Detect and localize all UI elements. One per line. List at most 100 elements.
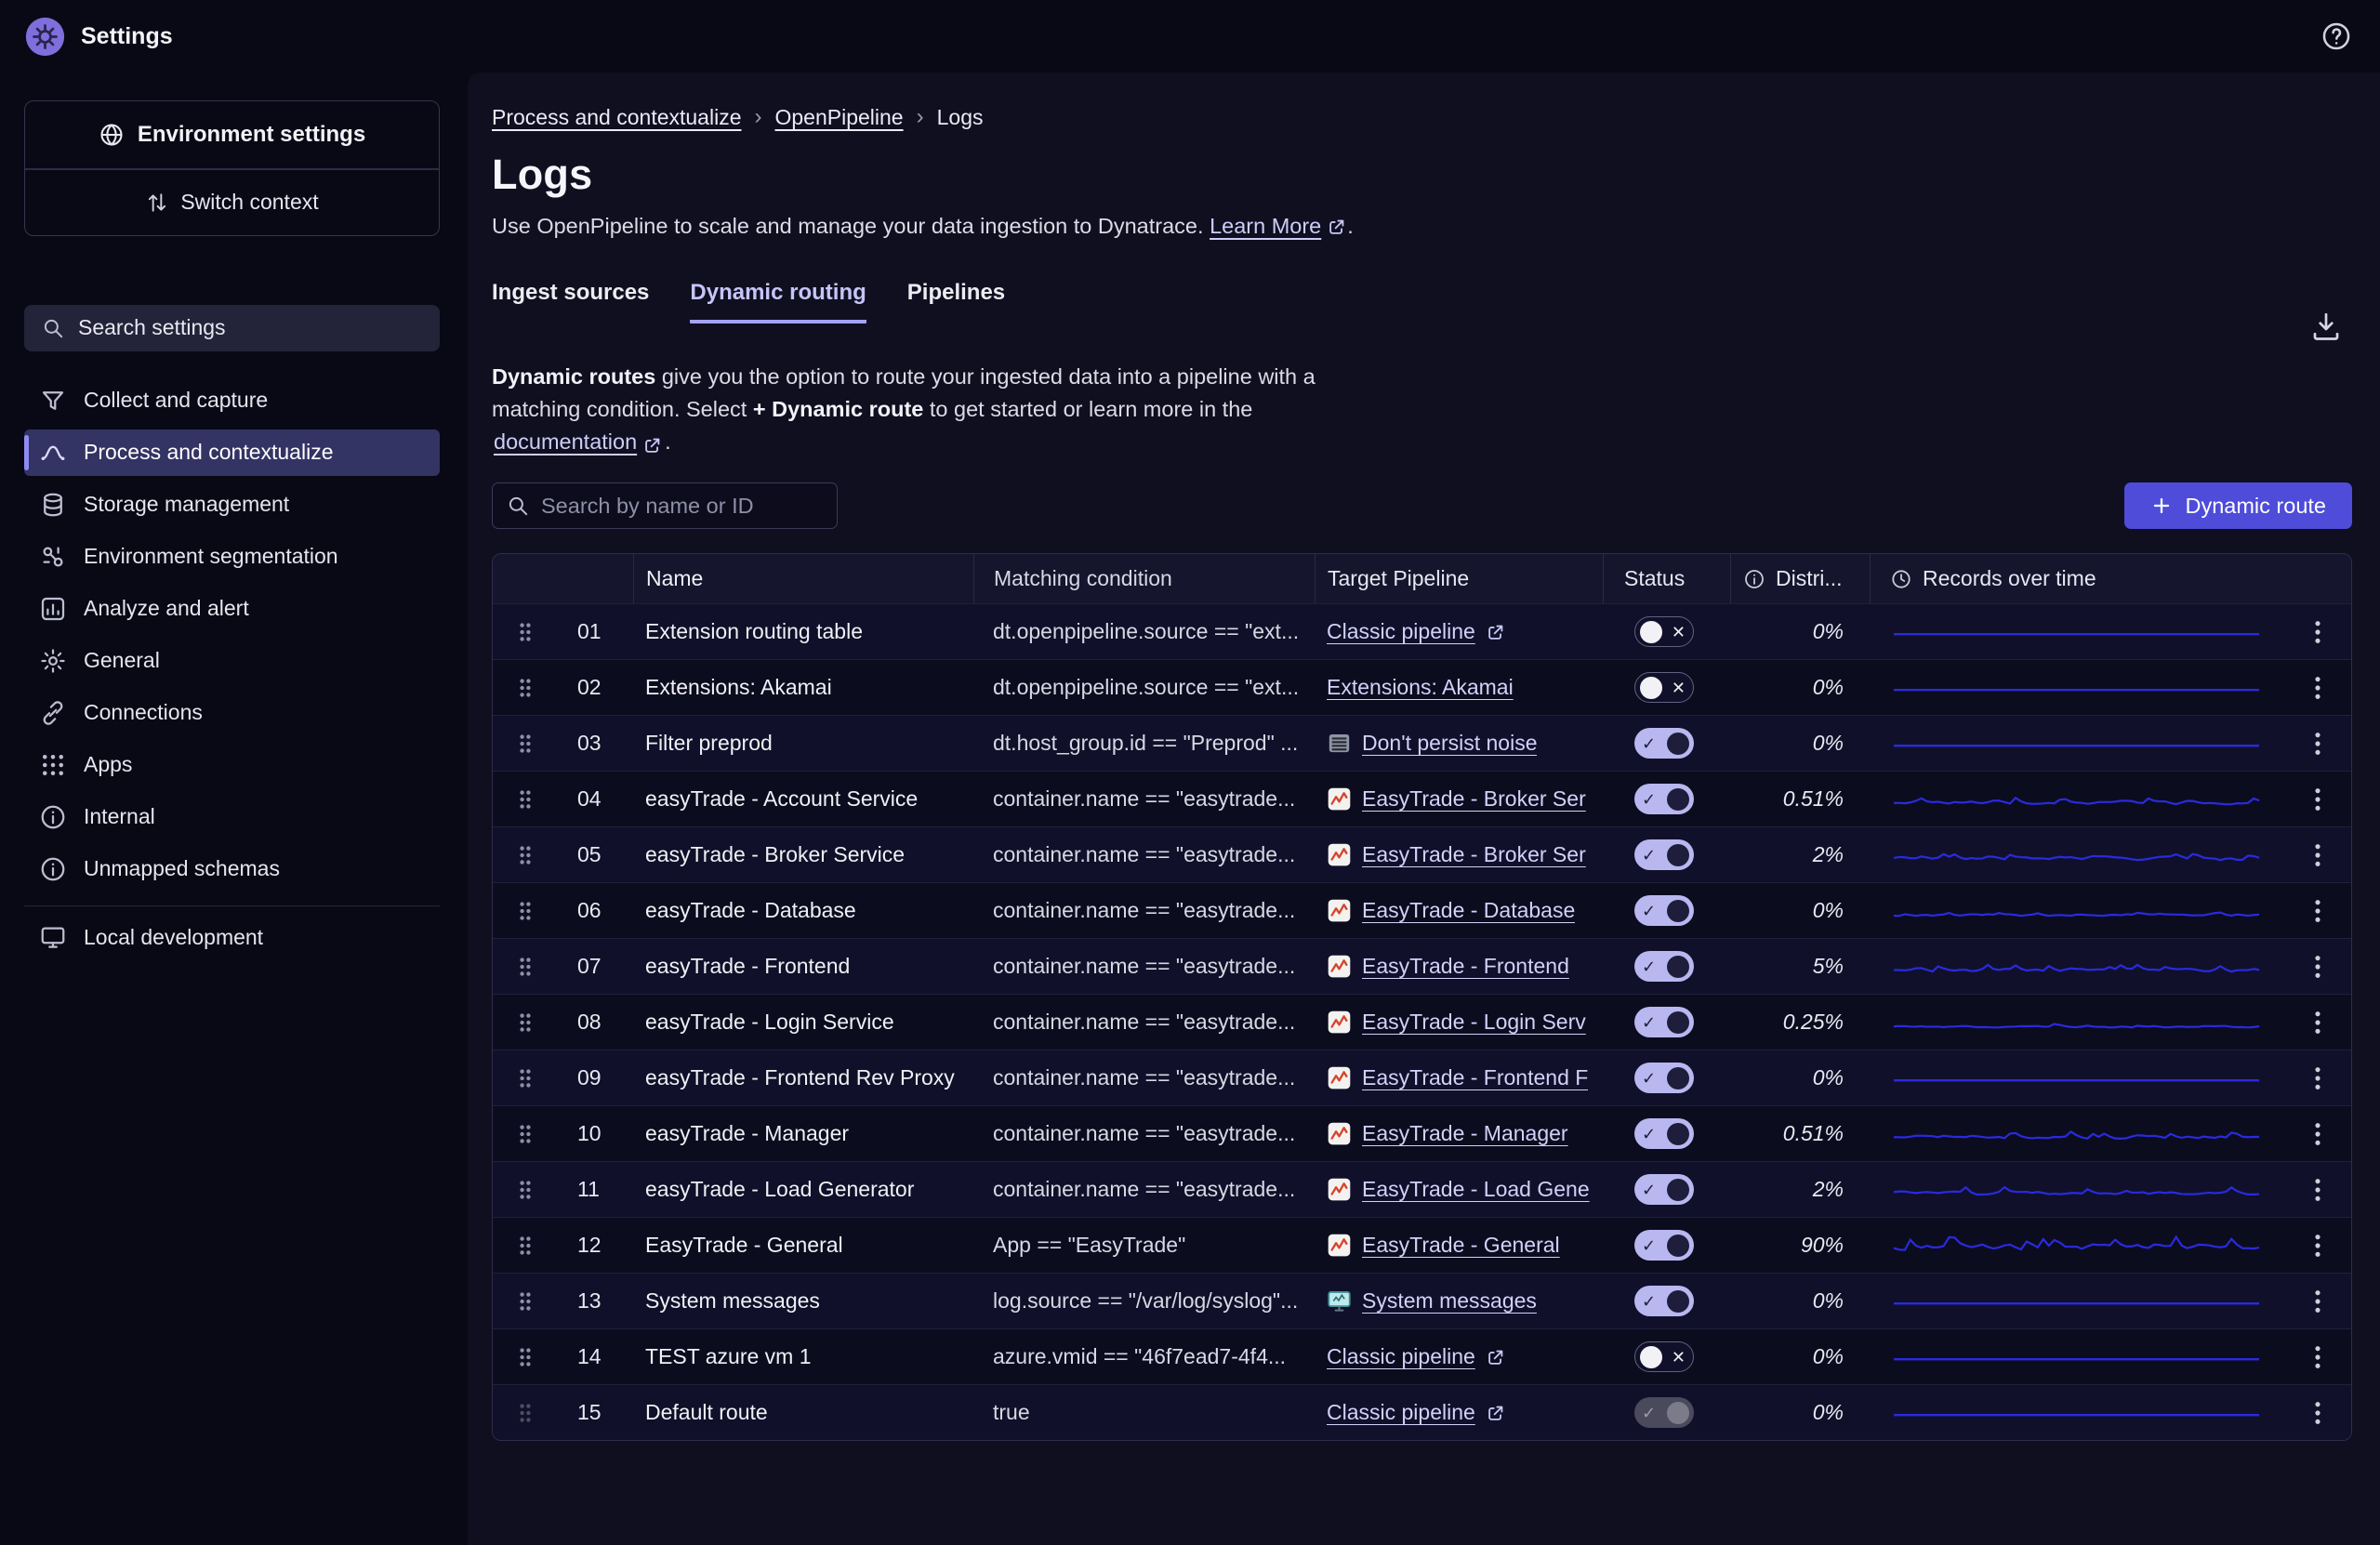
target-pipeline-link[interactable]: Classic pipeline bbox=[1327, 1400, 1506, 1425]
kebab-menu-icon[interactable] bbox=[2314, 619, 2321, 645]
kebab-menu-icon[interactable] bbox=[2314, 1010, 2321, 1036]
kebab-menu-icon[interactable] bbox=[2314, 1065, 2321, 1091]
drag-handle-icon[interactable] bbox=[518, 844, 533, 866]
tab-dynamic-routing[interactable]: Dynamic routing bbox=[690, 280, 866, 324]
sidebar-item-apps[interactable]: Apps bbox=[24, 742, 440, 788]
drag-handle-icon[interactable] bbox=[518, 788, 533, 811]
download-button[interactable] bbox=[2309, 310, 2343, 343]
drag-handle-icon[interactable] bbox=[518, 1123, 533, 1145]
matching-condition: container.name == "easytrade... bbox=[973, 898, 1315, 923]
kebab-menu-icon[interactable] bbox=[2314, 675, 2321, 701]
drag-cell bbox=[493, 1235, 557, 1257]
target-pipeline-link[interactable]: EasyTrade - Broker Ser bbox=[1327, 842, 1586, 867]
target-pipeline-link[interactable]: Classic pipeline bbox=[1327, 619, 1506, 644]
drag-handle-icon[interactable] bbox=[518, 1290, 533, 1313]
target-pipeline-link[interactable]: EasyTrade - Database bbox=[1327, 898, 1575, 923]
settings-search[interactable]: Search settings bbox=[24, 305, 440, 351]
status-toggle[interactable]: ✕ bbox=[1634, 1341, 1694, 1372]
status-toggle[interactable]: ✓ bbox=[1634, 895, 1694, 926]
kebab-menu-icon[interactable] bbox=[2314, 1288, 2321, 1314]
target-pipeline-link[interactable]: EasyTrade - Frontend F bbox=[1327, 1065, 1588, 1090]
kebab-menu-icon[interactable] bbox=[2314, 1344, 2321, 1370]
add-dynamic-route-button[interactable]: Dynamic route bbox=[2124, 482, 2353, 529]
kebab-menu-icon[interactable] bbox=[2314, 1233, 2321, 1259]
sidebar-item-collect-and-capture[interactable]: Collect and capture bbox=[24, 377, 440, 424]
kebab-menu-icon[interactable] bbox=[2314, 1177, 2321, 1203]
sidebar-item-process-and-contextualize[interactable]: Process and contextualize bbox=[24, 429, 440, 476]
drag-handle-icon[interactable] bbox=[518, 1235, 533, 1257]
status-toggle[interactable]: ✓ bbox=[1634, 839, 1694, 870]
kebab-menu-icon[interactable] bbox=[2314, 1400, 2321, 1426]
sidebar-item-environment-segmentation[interactable]: Environment segmentation bbox=[24, 534, 440, 580]
status-toggle[interactable]: ✓ bbox=[1634, 784, 1694, 814]
kebab-menu-icon[interactable] bbox=[2314, 842, 2321, 868]
sidebar-item-connections[interactable]: Connections bbox=[24, 690, 440, 736]
sidebar-item-local-development[interactable]: Local development bbox=[24, 914, 440, 960]
route-name: easyTrade - Manager bbox=[633, 1121, 973, 1146]
drag-handle-icon[interactable] bbox=[518, 677, 533, 699]
info-icon bbox=[1743, 568, 1765, 590]
sidebar-item-label: Connections bbox=[84, 700, 203, 725]
target-pipeline-link[interactable]: EasyTrade - Frontend bbox=[1327, 954, 1569, 979]
kebab-menu-icon[interactable] bbox=[2314, 1121, 2321, 1147]
dynatrace-settings-logo-icon[interactable] bbox=[24, 16, 66, 58]
switch-context-button[interactable]: Switch context bbox=[25, 170, 439, 235]
target-pipeline-link[interactable]: Don't persist noise bbox=[1327, 731, 1537, 756]
matching-condition: container.name == "easytrade... bbox=[973, 954, 1315, 979]
target-pipeline-link[interactable]: Classic pipeline bbox=[1327, 1344, 1506, 1369]
status-toggle[interactable]: ✓ bbox=[1634, 951, 1694, 982]
route-search-field[interactable] bbox=[541, 494, 824, 519]
status-toggle[interactable]: ✓ bbox=[1634, 1397, 1694, 1428]
route-name: System messages bbox=[633, 1288, 973, 1314]
target-pipeline-link[interactable]: EasyTrade - Manager bbox=[1327, 1121, 1568, 1146]
drag-handle-icon[interactable] bbox=[518, 956, 533, 978]
kebab-menu-icon[interactable] bbox=[2314, 786, 2321, 812]
target-pipeline-link[interactable]: EasyTrade - General bbox=[1327, 1233, 1560, 1258]
kebab-menu-icon[interactable] bbox=[2314, 731, 2321, 757]
distribution-value: 0.25% bbox=[1730, 1010, 1870, 1035]
status-toggle[interactable]: ✓ bbox=[1634, 1174, 1694, 1205]
kebab-cell bbox=[2283, 675, 2351, 701]
drag-handle-icon[interactable] bbox=[518, 1067, 533, 1089]
sidebar-item-analyze-and-alert[interactable]: Analyze and alert bbox=[24, 586, 440, 632]
sidebar-item-unmapped-schemas[interactable]: Unmapped schemas bbox=[24, 846, 440, 892]
drag-handle-icon[interactable] bbox=[518, 1402, 533, 1424]
drag-handle-icon[interactable] bbox=[518, 1346, 533, 1368]
breadcrumb-item-process-and-contextualize[interactable]: Process and contextualize bbox=[492, 105, 742, 130]
sidebar-item-internal[interactable]: Internal bbox=[24, 794, 440, 840]
status-toggle[interactable]: ✓ bbox=[1634, 1007, 1694, 1037]
status-toggle[interactable]: ✓ bbox=[1634, 1063, 1694, 1093]
sidebar-item-storage-management[interactable]: Storage management bbox=[24, 482, 440, 528]
status-toggle[interactable]: ✕ bbox=[1634, 672, 1694, 703]
status-toggle[interactable]: ✓ bbox=[1634, 728, 1694, 759]
drag-handle-icon[interactable] bbox=[518, 900, 533, 922]
breadcrumb-item-openpipeline[interactable]: OpenPipeline bbox=[775, 105, 904, 130]
help-icon[interactable] bbox=[2320, 20, 2352, 52]
drag-handle-icon[interactable] bbox=[518, 1179, 533, 1201]
documentation-label: documentation bbox=[494, 426, 637, 458]
status-toggle[interactable]: ✓ bbox=[1634, 1230, 1694, 1261]
sidebar-item-general[interactable]: General bbox=[24, 638, 440, 684]
documentation-link[interactable]: documentation bbox=[494, 426, 663, 458]
status-toggle[interactable]: ✓ bbox=[1634, 1118, 1694, 1149]
drag-handle-icon[interactable] bbox=[518, 1011, 533, 1034]
target-pipeline-link[interactable]: EasyTrade - Login Serv bbox=[1327, 1010, 1586, 1035]
learn-more-link[interactable]: Learn More bbox=[1210, 214, 1347, 239]
tab-ingest-sources[interactable]: Ingest sources bbox=[492, 280, 649, 324]
kebab-menu-icon[interactable] bbox=[2314, 954, 2321, 980]
status-toggle[interactable]: ✓ bbox=[1634, 1286, 1694, 1316]
target-pipeline-link[interactable]: EasyTrade - Load Gene bbox=[1327, 1177, 1590, 1202]
route-search-input[interactable] bbox=[492, 482, 838, 529]
drag-handle-icon[interactable] bbox=[518, 733, 533, 755]
kebab-menu-icon[interactable] bbox=[2314, 898, 2321, 924]
target-cell: EasyTrade - Frontend bbox=[1315, 954, 1603, 979]
tab-pipelines[interactable]: Pipelines bbox=[907, 280, 1005, 324]
row-number: 14 bbox=[557, 1344, 633, 1369]
sidebar-item-label: Internal bbox=[84, 804, 155, 829]
drag-handle-icon[interactable] bbox=[518, 621, 533, 643]
status-toggle[interactable]: ✕ bbox=[1634, 616, 1694, 647]
target-pipeline-link[interactable]: System messages bbox=[1327, 1288, 1537, 1314]
status-cell: ✓ bbox=[1603, 839, 1730, 870]
target-pipeline-link[interactable]: Extensions: Akamai bbox=[1327, 675, 1514, 700]
target-pipeline-link[interactable]: EasyTrade - Broker Ser bbox=[1327, 786, 1586, 812]
